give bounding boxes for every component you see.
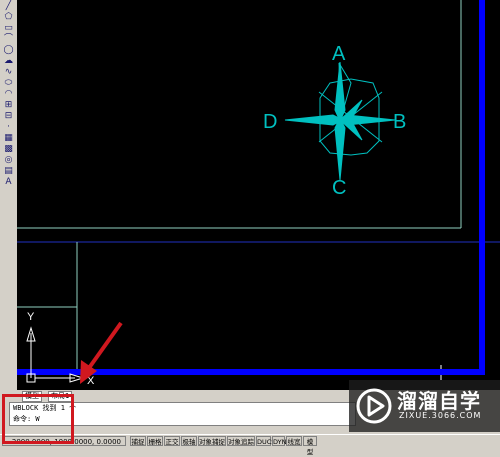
watermark-subtitle: ZIXUE.3066.COM bbox=[399, 411, 482, 420]
lineweight-toggle[interactable]: 线宽 bbox=[286, 436, 302, 446]
compass-label-west: D bbox=[263, 111, 277, 133]
compass-label-east: B bbox=[393, 111, 406, 133]
osnap-toggle[interactable]: 对象捕捉 bbox=[198, 436, 226, 446]
rectangle-icon[interactable]: ▭ bbox=[2, 23, 15, 34]
insert-block-icon[interactable]: ⊞ bbox=[2, 100, 15, 111]
play-logo-icon bbox=[356, 388, 392, 424]
polygon-icon[interactable]: ⬠ bbox=[2, 12, 15, 23]
status-bar: 2000.0000, 1000.0000, 0.0000 捕捉 栅格 正交 极轴… bbox=[0, 434, 500, 456]
polar-toggle[interactable]: 极轴 bbox=[181, 436, 197, 446]
point-icon[interactable]: · bbox=[2, 122, 15, 133]
region-icon[interactable]: ◎ bbox=[2, 155, 15, 166]
line-icon[interactable]: ╱ bbox=[2, 1, 15, 12]
compass-label-south: C bbox=[332, 177, 346, 199]
watermark-title: 溜溜自学 bbox=[397, 389, 481, 413]
compass-rose bbox=[284, 61, 396, 181]
ucs-y-label: Y bbox=[27, 311, 35, 323]
drawing-svg: A B C D Y X bbox=[17, 0, 500, 387]
ducs-toggle[interactable]: DUCS bbox=[256, 436, 275, 446]
revcloud-icon[interactable]: ☁ bbox=[2, 56, 15, 67]
snap-toggle[interactable]: 捕捉 bbox=[130, 436, 146, 446]
ortho-toggle[interactable]: 正交 bbox=[164, 436, 180, 446]
gradient-icon[interactable]: ▩ bbox=[2, 144, 15, 155]
mtext-icon[interactable]: A bbox=[2, 177, 15, 188]
make-block-icon[interactable]: ⊟ bbox=[2, 111, 15, 122]
watermark: 溜溜自学 ZIXUE.3066.COM bbox=[349, 380, 500, 432]
draw-toolbar: ╱ ⬠ ▭ ⌒ ◯ ☁ ∿ ⬭ ◠ ⊞ ⊟ · ▦ ▩ ◎ ▤ A bbox=[0, 0, 18, 390]
ellipse-icon[interactable]: ⬭ bbox=[2, 78, 15, 89]
model-toggle[interactable]: 模型 bbox=[303, 436, 317, 456]
dyn-toggle[interactable]: DYN bbox=[272, 436, 286, 446]
compass-point-south bbox=[334, 116, 346, 181]
table-icon[interactable]: ▤ bbox=[2, 166, 15, 177]
compass-point-west bbox=[284, 114, 345, 126]
grid-toggle[interactable]: 栅格 bbox=[147, 436, 163, 446]
arc-icon[interactable]: ⌒ bbox=[2, 34, 15, 45]
circle-icon[interactable]: ◯ bbox=[2, 45, 15, 56]
ellipse-arc-icon[interactable]: ◠ bbox=[2, 89, 15, 100]
compass-label-north: A bbox=[332, 43, 346, 65]
spline-icon[interactable]: ∿ bbox=[2, 67, 15, 78]
annotation-highlight-box bbox=[2, 394, 74, 444]
otrack-toggle[interactable]: 对象追踪 bbox=[227, 436, 255, 446]
drawing-canvas[interactable]: A B C D Y X bbox=[17, 0, 500, 390]
hatch-icon[interactable]: ▦ bbox=[2, 133, 15, 144]
